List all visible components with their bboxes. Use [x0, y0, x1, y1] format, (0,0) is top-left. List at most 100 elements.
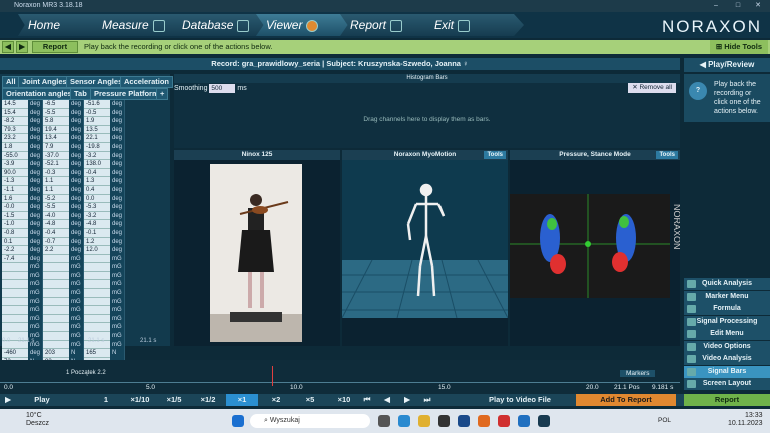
add-tab-button[interactable]: +: [156, 88, 169, 100]
maximize-button[interactable]: □: [728, 0, 748, 12]
menu-signal-bars[interactable]: Signal Bars: [684, 365, 770, 378]
pressure-tools-button[interactable]: Tools: [656, 151, 678, 159]
skip-end-icon[interactable]: ⏭: [420, 394, 434, 406]
value-cell[interactable]: -4.8 deg: [84, 220, 125, 229]
value-cell[interactable]: -1.1 deg: [2, 185, 43, 195]
value-cell[interactable]: -52.1 deg: [43, 160, 84, 169]
value-cell[interactable]: -5.5 deg: [43, 203, 84, 212]
value-cell[interactable]: 1.1 deg: [43, 185, 84, 195]
value-cell[interactable]: -1.0 deg: [2, 220, 43, 229]
app-icon-2[interactable]: [518, 415, 530, 427]
value-cell[interactable]: mG: [84, 254, 125, 264]
tab-tab[interactable]: Tab: [70, 88, 91, 100]
windows-start-icon[interactable]: [232, 415, 244, 427]
value-cell[interactable]: 1.2 deg: [84, 237, 125, 247]
step-forward-icon[interactable]: ▶: [400, 394, 414, 406]
clock[interactable]: 13:33 10.11.2023: [728, 412, 763, 428]
value-cell[interactable]: 0.1 deg: [2, 237, 43, 247]
speed-button[interactable]: ×10: [328, 394, 360, 406]
value-cell[interactable]: mG: [43, 254, 84, 264]
value-cell[interactable]: mG: [84, 263, 125, 272]
value-cell[interactable]: -5.5 deg: [43, 108, 84, 118]
value-cell[interactable]: 7.9 deg: [43, 142, 84, 152]
timeline[interactable]: 1 Początek 2.2 Markers 0.0 5.0 10.0 15.0…: [0, 360, 680, 396]
back-icon[interactable]: ◀: [2, 41, 14, 53]
value-cell[interactable]: 1.6 deg: [2, 194, 43, 204]
value-cell[interactable]: 22.1 deg: [84, 134, 125, 143]
menu-formula[interactable]: Formula: [684, 303, 770, 315]
nav-tab-database[interactable]: Database: [172, 14, 266, 36]
nav-tab-viewer[interactable]: Viewer: [256, 14, 350, 36]
language-indicator[interactable]: POL: [658, 417, 671, 424]
nav-tab-measure[interactable]: Measure: [92, 14, 184, 36]
value-cell[interactable]: -6.5 deg: [43, 100, 84, 109]
value-cell[interactable]: mG: [43, 323, 84, 333]
menu-screen-layout[interactable]: Screen Layout: [684, 378, 770, 390]
hide-tools-button[interactable]: ⊞ Hide Tools: [709, 40, 768, 54]
value-cell[interactable]: mG: [2, 289, 43, 298]
value-cell[interactable]: -0.7 deg: [43, 237, 84, 247]
speed-button[interactable]: ×1/10: [124, 394, 156, 406]
value-cell[interactable]: 165 N: [84, 349, 125, 358]
play-to-video-button[interactable]: Play to Video File: [470, 394, 570, 406]
value-cell[interactable]: -3.9 deg: [2, 160, 43, 169]
value-cell[interactable]: -2.2 deg: [2, 246, 43, 255]
firefox-icon[interactable]: [478, 415, 490, 427]
edge-icon[interactable]: [398, 415, 410, 427]
value-cell[interactable]: 23.2 deg: [2, 134, 43, 143]
value-cell[interactable]: 138.0 deg: [84, 160, 125, 169]
value-cell[interactable]: mG: [43, 271, 84, 281]
explorer-icon[interactable]: [418, 415, 430, 427]
value-cell[interactable]: 12.0 deg: [84, 246, 125, 255]
value-cell[interactable]: mG: [84, 314, 125, 324]
value-cell[interactable]: 79.3 deg: [2, 125, 43, 135]
value-cell[interactable]: 13.5 deg: [84, 125, 125, 135]
value-cell[interactable]: 1.3 deg: [84, 177, 125, 186]
skip-start-icon[interactable]: ⏮: [360, 394, 374, 406]
value-cell[interactable]: mG: [2, 323, 43, 333]
app-icon[interactable]: [498, 415, 510, 427]
value-cell[interactable]: -4.8 deg: [43, 220, 84, 229]
value-cell[interactable]: -0.4 deg: [84, 168, 125, 178]
playhead[interactable]: [272, 366, 273, 386]
value-cell[interactable]: mG: [84, 289, 125, 298]
value-cell[interactable]: 1.1 deg: [43, 177, 84, 186]
value-cell[interactable]: -51.6 deg: [84, 100, 125, 109]
taskbar-search[interactable]: ⌕ Wyszukaj: [250, 414, 370, 428]
myomotion-tools-button[interactable]: Tools: [484, 151, 506, 159]
forward-icon[interactable]: ▶: [16, 41, 28, 53]
minimize-button[interactable]: –: [706, 0, 726, 12]
menu-marker-menu[interactable]: Marker Menu: [684, 290, 770, 303]
value-cell[interactable]: 5.8 deg: [43, 117, 84, 126]
value-cell[interactable]: mG: [84, 323, 125, 333]
value-cell[interactable]: 13.4 deg: [43, 134, 84, 143]
value-cell[interactable]: mG: [2, 297, 43, 307]
value-cell[interactable]: -4.0 deg: [43, 211, 84, 221]
markers-button[interactable]: Markers: [620, 370, 656, 377]
speed-button[interactable]: ×2: [260, 394, 292, 406]
value-cell[interactable]: -1.5 deg: [2, 211, 43, 221]
value-cell[interactable]: 0.0 deg: [84, 194, 125, 204]
value-cell[interactable]: 1.9 deg: [84, 117, 125, 126]
speed-button[interactable]: ×5: [294, 394, 326, 406]
menu-signal-processing[interactable]: Signal Processing: [684, 315, 770, 328]
value-cell[interactable]: -1.3 deg: [2, 177, 43, 186]
nav-tab-exit[interactable]: Exit: [424, 14, 524, 36]
value-cell[interactable]: mG: [43, 297, 84, 307]
tab-orientation-angles[interactable]: Orientation angles: [2, 88, 76, 100]
value-cell[interactable]: -0.8 deg: [2, 228, 43, 238]
value-cell[interactable]: mG: [84, 280, 125, 290]
value-cell[interactable]: mG: [84, 306, 125, 315]
speed-button[interactable]: ×1/2: [192, 394, 224, 406]
step-back-icon[interactable]: ◀: [380, 394, 394, 406]
value-cell[interactable]: mG: [2, 306, 43, 315]
tab-acceleration[interactable]: Acceleration: [120, 76, 174, 88]
store-icon[interactable]: [438, 415, 450, 427]
value-cell[interactable]: mG: [43, 289, 84, 298]
value-cell[interactable]: 0.4 deg: [84, 185, 125, 195]
dell-icon[interactable]: [458, 415, 470, 427]
smoothing-input[interactable]: [209, 84, 236, 93]
value-cell[interactable]: -19.8 deg: [84, 142, 125, 152]
value-cell[interactable]: 90.0 deg: [2, 168, 43, 178]
value-cell[interactable]: 19.4 deg: [43, 125, 84, 135]
